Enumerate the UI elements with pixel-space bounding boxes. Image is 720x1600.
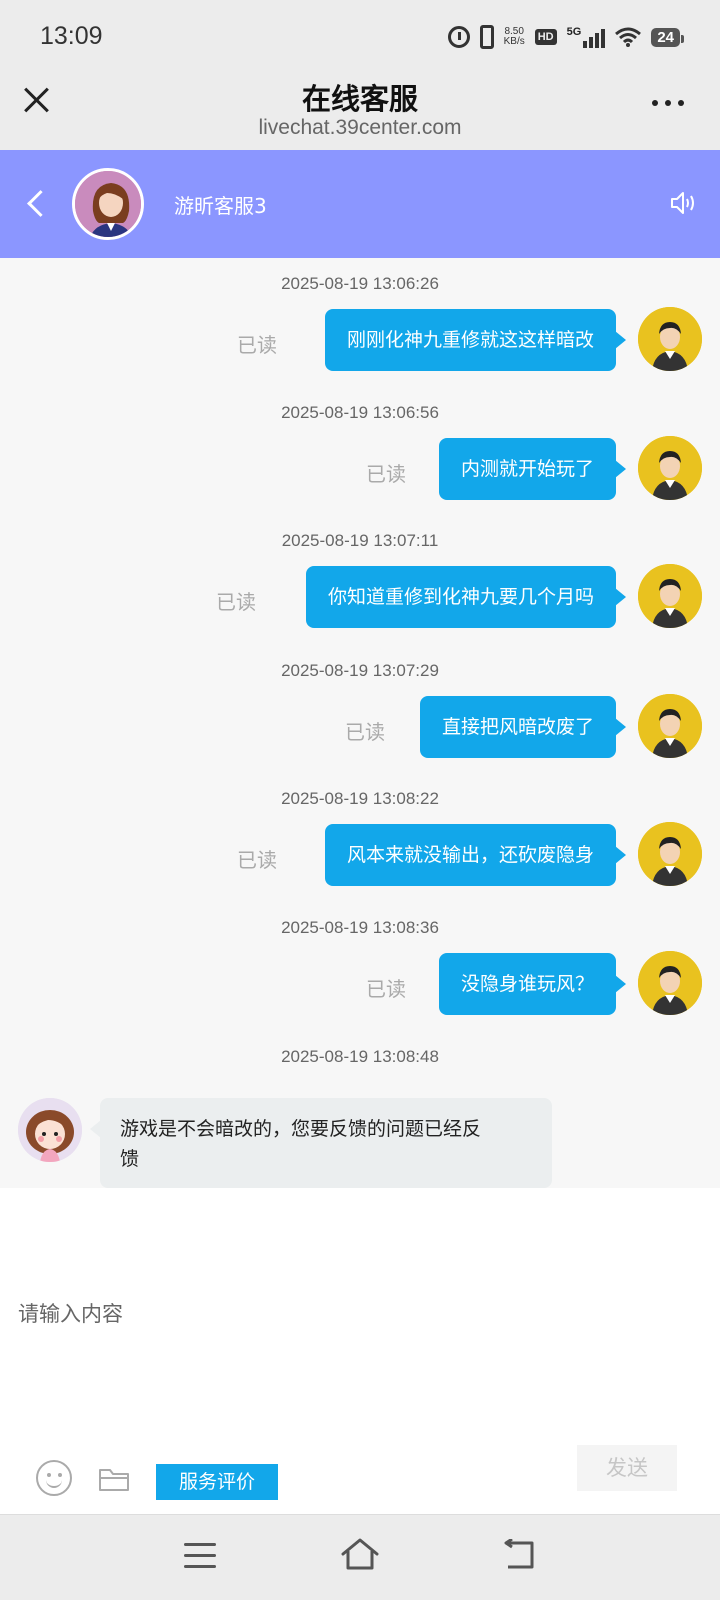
- outgoing-message[interactable]: 内测就开始玩了: [438, 438, 627, 500]
- status-icons: 8.50 KB/s HD 5G 24: [447, 22, 684, 52]
- network-speed: 8.50 KB/s: [504, 27, 525, 47]
- page-title: 在线客服: [301, 82, 418, 116]
- read-status: 已读: [345, 720, 385, 744]
- read-status: 已读: [237, 333, 277, 357]
- user-avatar: [638, 307, 702, 371]
- alarm-icon: [447, 26, 470, 48]
- incoming-message-line: 游戏是不会暗改的，您要反馈的问题已经反: [120, 1118, 482, 1140]
- agent-name: 游昕客服3: [174, 194, 267, 218]
- rate-service-button[interactable]: 服务评价: [156, 1464, 278, 1500]
- incoming-message-row: 游戏是不会暗改的，您要反馈的问题已经反 馈: [0, 1098, 720, 1198]
- user-avatar: [638, 822, 702, 886]
- network-type: 5G: [566, 26, 582, 38]
- send-button[interactable]: 发送: [577, 1445, 677, 1491]
- status-time: 13:09: [40, 22, 103, 50]
- message-timestamp: 2025-08-19 13:06:26: [281, 274, 439, 293]
- message-timestamp: 2025-08-19 13:06:56: [281, 403, 439, 422]
- wifi-icon: [615, 27, 642, 47]
- hd-badge: HD: [534, 29, 557, 45]
- incoming-message[interactable]: 游戏是不会暗改的，您要反馈的问题已经反 馈: [90, 1098, 552, 1188]
- message-row: 已读 你知道重修到化神九要几个月吗: [0, 564, 720, 628]
- message-list[interactable]: 2025-08-19 13:06:26 已读 刚刚化神九重修就这这样暗改 202…: [0, 258, 720, 1188]
- network-speed-unit: KB/s: [503, 36, 525, 47]
- read-status: 已读: [216, 590, 256, 614]
- outgoing-message[interactable]: 没隐身谁玩风？: [438, 953, 627, 1015]
- outgoing-message[interactable]: 风本来就没输出，还砍废隐身: [324, 824, 627, 886]
- outgoing-message[interactable]: 刚刚化神九重修就这这样暗改: [324, 309, 627, 371]
- user-avatar: [638, 951, 702, 1015]
- back-icon[interactable]: [502, 1539, 538, 1571]
- message-row: 已读 内测就开始玩了: [0, 436, 720, 500]
- speaker-icon[interactable]: [668, 188, 698, 218]
- message-timestamp: 2025-08-19 13:08:48: [281, 1047, 439, 1066]
- message-row: 已读 刚刚化神九重修就这这样暗改: [0, 307, 720, 371]
- incoming-message-line: 馈: [120, 1148, 140, 1170]
- message-timestamp: 2025-08-19 13:08:36: [281, 918, 439, 937]
- agent-avatar: [72, 168, 144, 240]
- read-status: 已读: [366, 462, 406, 486]
- menu-icon[interactable]: [184, 1543, 216, 1569]
- user-avatar: [638, 436, 702, 500]
- battery-icon: 24: [651, 27, 684, 47]
- chat-header: 游昕客服3: [0, 150, 720, 258]
- message-row: 已读 直接把风暗改废了: [0, 694, 720, 758]
- message-row: 已读 风本来就没输出，还砍废隐身: [0, 822, 720, 886]
- back-arrow-icon[interactable]: [22, 188, 52, 218]
- page-url: livechat.39center.com: [258, 116, 462, 139]
- message-input[interactable]: [18, 1298, 698, 1398]
- message-timestamp: 2025-08-19 13:07:29: [281, 661, 439, 680]
- user-avatar: [638, 694, 702, 758]
- service-avatar: [18, 1098, 82, 1162]
- more-options-icon[interactable]: [652, 100, 684, 106]
- browser-header: 在线客服 livechat.39center.com: [0, 70, 720, 150]
- vibrate-icon: [479, 25, 494, 49]
- home-icon[interactable]: [340, 1537, 380, 1571]
- composer: 服务评价 发送: [0, 1188, 720, 1514]
- status-bar: 13:09 8.50 KB/s HD 5G 24: [0, 0, 720, 70]
- message-row: 已读 没隐身谁玩风？: [0, 951, 720, 1015]
- user-avatar: [638, 564, 702, 628]
- read-status: 已读: [237, 848, 277, 872]
- signal-icon: 5G: [567, 26, 606, 48]
- message-timestamp: 2025-08-19 13:07:11: [281, 531, 439, 550]
- message-timestamp: 2025-08-19 13:08:22: [281, 789, 439, 808]
- outgoing-message[interactable]: 直接把风暗改废了: [419, 696, 627, 758]
- system-nav-bar: [0, 1514, 720, 1600]
- outgoing-message[interactable]: 你知道重修到化神九要几个月吗: [305, 566, 627, 628]
- read-status: 已读: [366, 977, 406, 1001]
- emoji-icon[interactable]: [36, 1460, 72, 1496]
- folder-icon[interactable]: [98, 1466, 130, 1492]
